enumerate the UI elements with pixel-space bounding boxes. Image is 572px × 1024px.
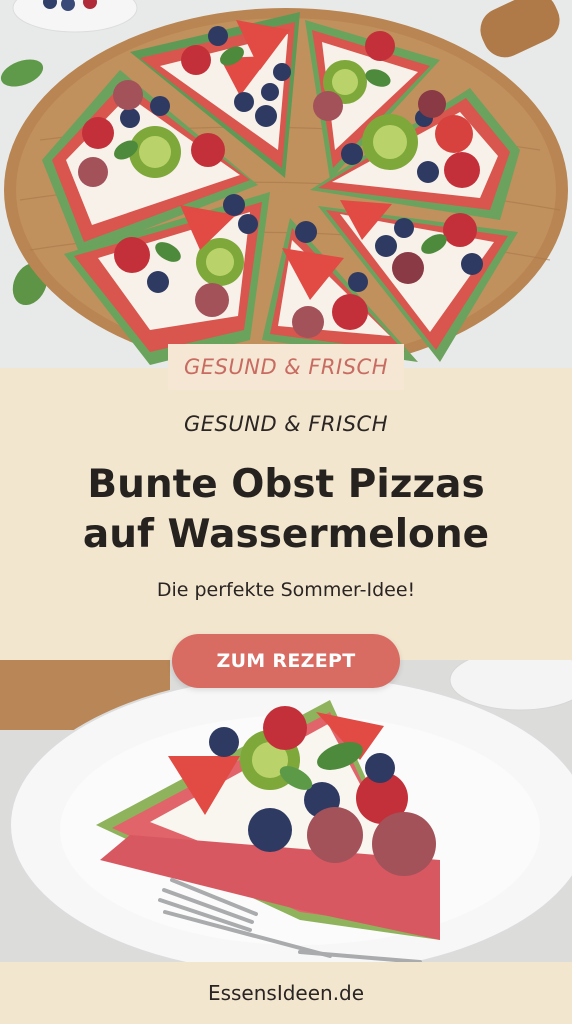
page-title: Bunte Obst Pizzas auf Wassermelone bbox=[0, 460, 572, 560]
tagline: Die perfekte Sommer-Idee! bbox=[156, 579, 416, 601]
category-badge: GESUND & FRISCH bbox=[168, 344, 404, 390]
title-line-1: Bunte Obst Pizzas bbox=[87, 462, 485, 507]
title-line-2: auf Wassermelone bbox=[82, 512, 490, 557]
subtitle: GESUND & FRISCH bbox=[184, 412, 388, 436]
recipe-button[interactable]: ZUM REZEPT bbox=[172, 634, 400, 688]
site-footer: EssensIdeen.de bbox=[0, 962, 572, 1024]
site-name[interactable]: EssensIdeen.de bbox=[208, 981, 364, 1005]
hero-photo-board bbox=[0, 0, 572, 368]
hero-photo-plate bbox=[0, 660, 572, 962]
